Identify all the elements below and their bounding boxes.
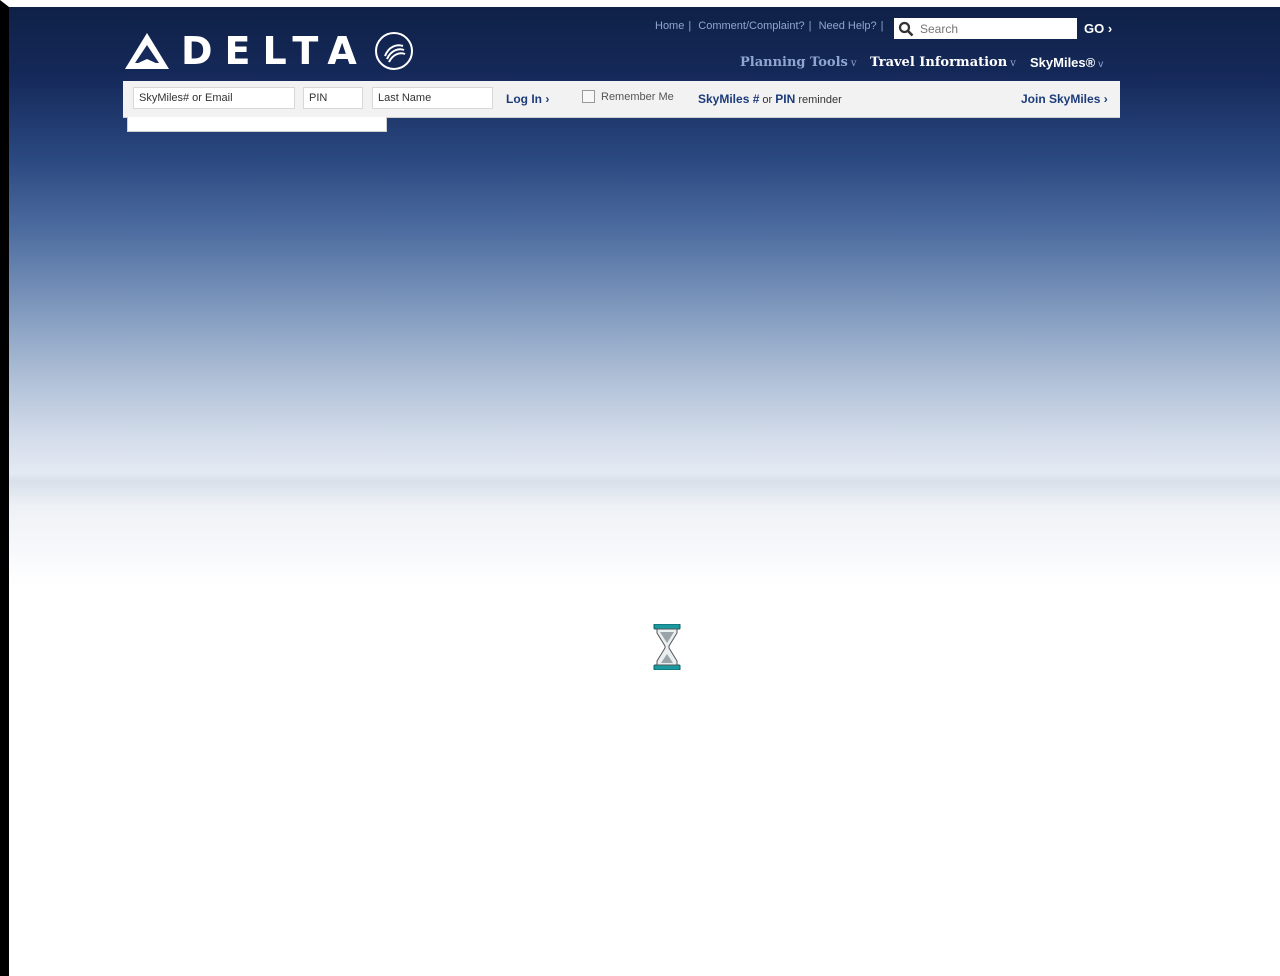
need-help-link[interactable]: Need Help?: [819, 20, 877, 32]
hourglass-icon: [653, 624, 681, 670]
nav-planning-tools[interactable]: Planning Tools v: [740, 55, 856, 70]
search-box: [894, 18, 1077, 39]
join-skymiles-link[interactable]: Join SkyMiles ›: [1021, 92, 1108, 106]
login-bar: Log In › Remember Me SkyMiles # or PIN r…: [123, 81, 1120, 118]
separator: |: [880, 20, 884, 32]
chevron-down-icon: v: [1098, 59, 1104, 70]
delta-widget-icon: [125, 33, 169, 69]
pin-reminder-link[interactable]: SkyMiles # or PIN reminder: [698, 92, 842, 106]
nav-skymiles[interactable]: SkyMiles® v: [1030, 55, 1103, 70]
separator: |: [688, 20, 692, 32]
comment-complaint-link[interactable]: Comment/Complaint?: [698, 20, 804, 32]
pin-field[interactable]: [303, 87, 363, 109]
remember-me-label: Remember Me: [601, 90, 674, 103]
login-button[interactable]: Log In ›: [506, 92, 549, 106]
search-icon[interactable]: [894, 18, 918, 39]
logo-wordmark: DELTA: [181, 29, 369, 73]
reminder-or: or: [759, 94, 776, 106]
nav-travel-information[interactable]: Travel Information v: [870, 55, 1016, 70]
skymiles-email-field[interactable]: [133, 87, 295, 109]
reminder-text: reminder: [795, 94, 842, 106]
remember-me[interactable]: Remember Me: [582, 90, 674, 103]
autocomplete-dropdown: [127, 117, 387, 132]
search-input[interactable]: [918, 21, 1072, 36]
nav-skymiles-label: SkyMiles®: [1030, 55, 1096, 70]
skyteam-icon: [374, 32, 413, 70]
chevron-down-icon: v: [850, 58, 857, 69]
utility-links: Home | Comment/Complaint? | Need Help? |: [655, 20, 888, 32]
home-link[interactable]: Home: [655, 20, 684, 32]
separator: |: [808, 20, 812, 32]
chevron-down-icon: v: [1010, 58, 1016, 69]
delta-logo[interactable]: DELTA: [123, 29, 413, 73]
reminder-pin: PIN: [775, 92, 796, 106]
remember-me-checkbox[interactable]: [582, 90, 595, 103]
reminder-skymiles: SkyMiles #: [698, 92, 760, 106]
nav-travel-information-label: Travel Information: [870, 55, 1008, 70]
nav-planning-tools-label: Planning Tools: [740, 55, 848, 70]
go-button[interactable]: GO ›: [1084, 21, 1112, 36]
last-name-field[interactable]: [372, 87, 493, 109]
